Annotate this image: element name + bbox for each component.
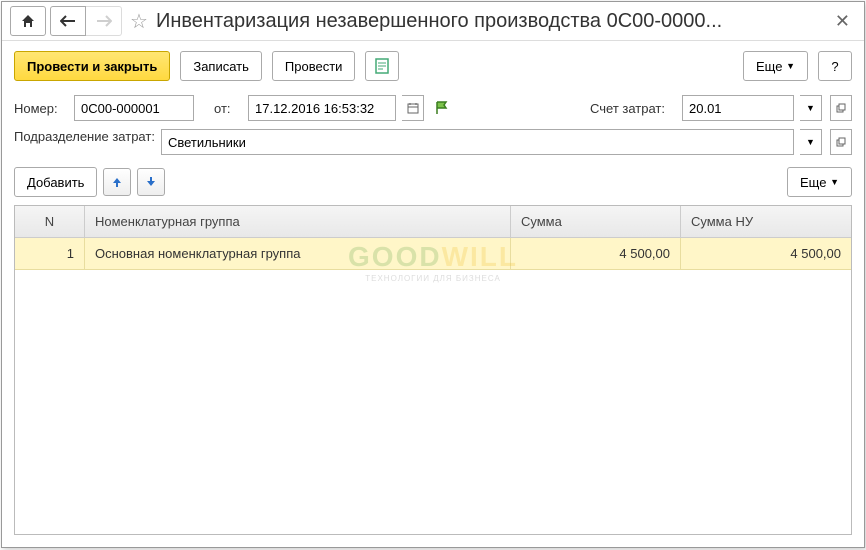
add-row-button[interactable]: Добавить	[14, 167, 97, 197]
cell-n: 1	[15, 238, 85, 269]
date-label: от:	[214, 101, 242, 116]
save-button[interactable]: Записать	[180, 51, 262, 81]
favorite-star-icon[interactable]: ☆	[130, 9, 148, 34]
division-dropdown-icon[interactable]: ▼	[800, 129, 822, 155]
division-input[interactable]	[161, 129, 794, 155]
move-down-button[interactable]	[137, 168, 165, 196]
account-input[interactable]	[682, 95, 794, 121]
table-row[interactable]: 1 Основная номенклатурная группа 4 500,0…	[15, 238, 851, 270]
col-header-sum[interactable]: Сумма	[511, 206, 681, 237]
number-label: Номер:	[14, 101, 68, 116]
data-table: N Номенклатурная группа Сумма Сумма НУ 1…	[14, 205, 852, 535]
account-open-icon[interactable]	[830, 95, 852, 121]
cell-name: Основная номенклатурная группа	[85, 238, 511, 269]
report-icon-button[interactable]	[365, 51, 399, 81]
division-open-icon[interactable]	[830, 129, 852, 155]
post-and-close-button[interactable]: Провести и закрыть	[14, 51, 170, 81]
home-button[interactable]	[10, 6, 46, 36]
date-input[interactable]	[248, 95, 396, 121]
window-title: Инвентаризация незавершенного производст…	[156, 10, 825, 33]
division-label: Подразделение затрат:	[14, 129, 155, 146]
post-button[interactable]: Провести	[272, 51, 356, 81]
cell-sum: 4 500,00	[511, 238, 681, 269]
flag-icon[interactable]	[436, 101, 452, 115]
table-more-button[interactable]: Еще ▼	[787, 167, 852, 197]
col-header-sumnu[interactable]: Сумма НУ	[681, 206, 851, 237]
move-up-button[interactable]	[103, 168, 131, 196]
back-button[interactable]	[50, 6, 86, 36]
account-dropdown-icon[interactable]: ▼	[800, 95, 822, 121]
number-input[interactable]	[74, 95, 194, 121]
cell-sumnu: 4 500,00	[681, 238, 851, 269]
close-icon[interactable]: ✕	[829, 11, 856, 32]
forward-button[interactable]	[86, 6, 122, 36]
account-label: Счет затрат:	[590, 101, 676, 116]
help-button[interactable]: ?	[818, 51, 852, 81]
watermark-subtitle: ТЕХНОЛОГИИ ДЛЯ БИЗНЕСА	[365, 274, 501, 283]
more-button[interactable]: Еще ▼	[743, 51, 808, 81]
calendar-icon[interactable]	[402, 95, 424, 121]
col-header-name[interactable]: Номенклатурная группа	[85, 206, 511, 237]
col-header-n[interactable]: N	[15, 206, 85, 237]
